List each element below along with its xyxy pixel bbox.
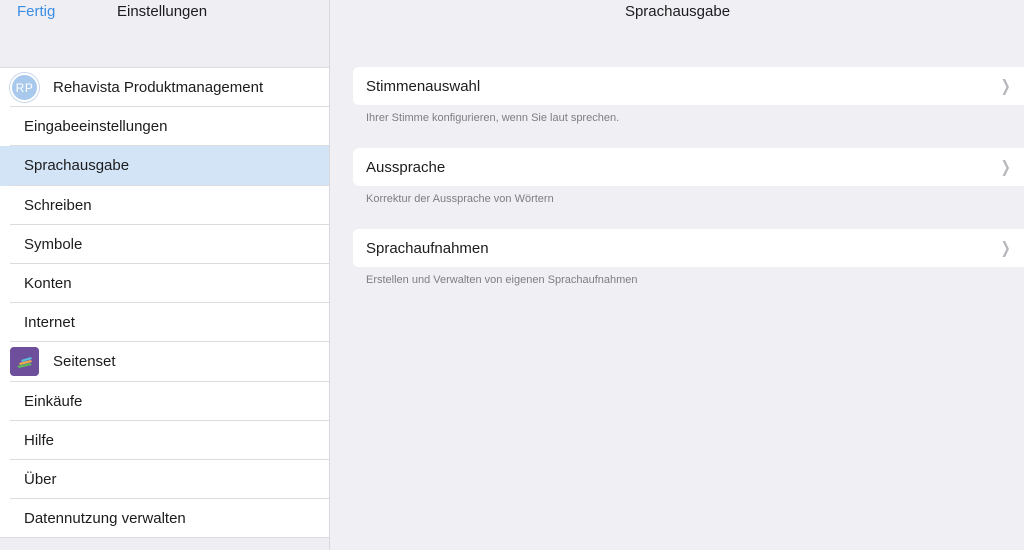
sprachaufnahmen-row[interactable]: Sprachaufnahmen ❯	[353, 229, 1024, 267]
sidebar-item-label: Seitenset	[53, 353, 116, 371]
done-button[interactable]: Fertig	[17, 3, 55, 20]
row-label: Sprachaufnahmen	[366, 239, 489, 257]
sidebar-item-hilfe[interactable]: Hilfe	[0, 420, 329, 461]
sidebar-item-ueber[interactable]: Über	[0, 459, 329, 500]
row-footer: Ihrer Stimme konfigurieren, wenn Sie lau…	[366, 112, 620, 124]
row-footer: Korrektur der Aussprache von Wörtern	[366, 193, 554, 205]
sidebar-item-schreiben[interactable]: Schreiben	[0, 185, 329, 225]
settings-menu: RP Rehavista Produktmanagement Eingabeei…	[0, 67, 329, 539]
sidebar-item-eingabeeinstellungen[interactable]: Eingabeeinstellungen	[0, 107, 329, 147]
pageset-icon	[10, 347, 39, 377]
aussprache-row[interactable]: Aussprache ❯	[353, 148, 1024, 186]
row-label: Aussprache	[366, 158, 446, 176]
account-item[interactable]: RP Rehavista Produktmanagement	[0, 68, 329, 108]
group-stimmenauswahl: Stimmenauswahl ❯ Ihrer Stimme konfigurie…	[353, 67, 1024, 124]
sidebar-item-label: Symbole	[24, 235, 83, 253]
sidebar-header: Fertig Einstellungen	[0, 0, 329, 67]
chevron-right-icon: ❯	[1000, 78, 1011, 95]
sidebar-item-datennutzung[interactable]: Datennutzung verwalten	[0, 499, 329, 539]
page-title: Sprachausgabe	[624, 3, 731, 20]
detail-pane: Sprachausgabe Stimmenauswahl ❯ Ihrer Sti…	[331, 0, 1024, 550]
sidebar-item-label: Über	[24, 470, 57, 488]
sidebar-item-seitenset[interactable]: Seitenset	[0, 342, 329, 382]
stimmenauswahl-row[interactable]: Stimmenauswahl ❯	[353, 67, 1024, 105]
sidebar-item-label: Hilfe	[24, 431, 55, 449]
sidebar-title: Einstellungen	[117, 3, 208, 20]
chevron-right-icon: ❯	[1000, 159, 1011, 176]
sidebar-item-einkaeufe[interactable]: Einkäufe	[0, 381, 329, 421]
account-name: Rehavista Produktmanagement	[53, 79, 264, 97]
avatar: RP	[10, 73, 39, 103]
sidebar-item-label: Einkäufe	[24, 392, 83, 410]
group-sprachaufnahmen: Sprachaufnahmen ❯ Erstellen und Verwalte…	[353, 229, 1024, 286]
sidebar-item-label: Schreiben	[24, 196, 92, 214]
sidebar-item-konten[interactable]: Konten	[0, 263, 329, 304]
sidebar-item-label: Konten	[24, 275, 72, 293]
sidebar-item-sprachausgabe[interactable]: Sprachausgabe	[0, 146, 329, 186]
group-aussprache: Aussprache ❯ Korrektur der Aussprache vo…	[353, 148, 1024, 205]
sidebar-item-internet[interactable]: Internet	[0, 303, 329, 343]
sidebar-item-label: Sprachausgabe	[24, 157, 130, 175]
settings-sidebar: Fertig Einstellungen RP Rehavista Produk…	[0, 0, 330, 550]
sidebar-item-label: Datennutzung verwalten	[24, 510, 186, 528]
sidebar-item-label: Internet	[24, 314, 75, 332]
sidebar-item-symbole[interactable]: Symbole	[0, 224, 329, 265]
row-label: Stimmenauswahl	[366, 77, 481, 95]
sidebar-item-label: Eingabeeinstellungen	[24, 118, 168, 136]
row-footer: Erstellen und Verwalten von eigenen Spra…	[366, 274, 638, 286]
chevron-right-icon: ❯	[1000, 240, 1011, 257]
